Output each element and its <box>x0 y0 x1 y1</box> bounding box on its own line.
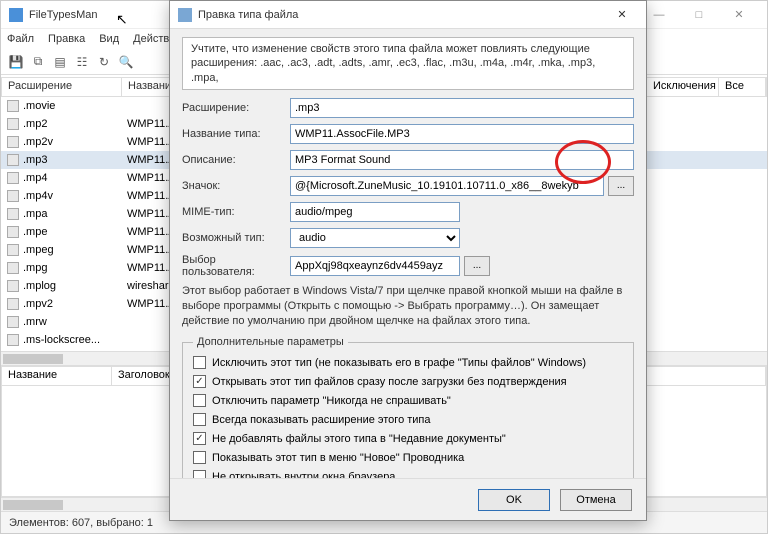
menu-edit[interactable]: Правка <box>48 33 85 45</box>
cell-ext: .mrw <box>23 316 47 328</box>
input-userchoice[interactable] <box>290 256 460 276</box>
cell-ext: .mp2 <box>23 118 47 130</box>
close-button[interactable]: ✕ <box>719 3 759 27</box>
file-icon <box>7 100 19 112</box>
input-ext[interactable] <box>290 98 634 118</box>
checkbox-label: Не открывать внутри окна браузера <box>212 471 395 478</box>
checkbox-label: Отключить параметр "Никогда не спрашиват… <box>212 395 451 407</box>
dialog-titlebar: Правка типа файла ✕ <box>170 1 646 29</box>
file-icon <box>7 118 19 130</box>
file-icon <box>7 190 19 202</box>
tb-page-icon[interactable]: ▤ <box>51 53 69 71</box>
col-all[interactable]: Все <box>719 78 766 96</box>
cell-ext: .mplog <box>23 280 56 292</box>
userchoice-note: Этот выбор работает в Windows Vista/7 пр… <box>182 284 634 329</box>
checkbox-label: Всегда показывать расширение этого типа <box>212 414 431 426</box>
checkbox-label: Не добавлять файлы этого типа в "Недавни… <box>212 433 506 445</box>
menu-view[interactable]: Вид <box>99 33 119 45</box>
file-icon <box>7 136 19 148</box>
file-icon <box>7 172 19 184</box>
file-icon <box>7 226 19 238</box>
file-icon <box>7 334 19 346</box>
menu-actions[interactable]: Действ <box>133 33 169 45</box>
col-ext[interactable]: Расширение <box>2 78 122 96</box>
tb-refresh-icon[interactable]: ↻ <box>95 53 113 71</box>
checkbox[interactable] <box>193 356 206 369</box>
label-typename: Название типа: <box>182 128 290 140</box>
file-icon <box>7 262 19 274</box>
dialog-icon <box>178 8 192 22</box>
checkbox[interactable] <box>193 470 206 478</box>
menu-file[interactable]: Файл <box>7 33 34 45</box>
cell-ext: .mp4 <box>23 172 47 184</box>
tb-props-icon[interactable]: ☷ <box>73 53 91 71</box>
status-text: Элементов: 607, выбрано: 1 <box>9 517 153 529</box>
file-icon <box>7 316 19 328</box>
input-desc[interactable] <box>290 150 634 170</box>
select-perceived[interactable]: audio <box>290 228 460 248</box>
window-controls: — □ ✕ <box>639 3 759 27</box>
maximize-button[interactable]: □ <box>679 3 719 27</box>
file-icon <box>7 244 19 256</box>
label-userchoice: Выбор пользователя: <box>182 254 290 278</box>
file-icon <box>7 154 19 166</box>
checkbox[interactable] <box>193 413 206 426</box>
app-icon <box>9 8 23 22</box>
fieldset-legend: Дополнительные параметры <box>193 336 348 348</box>
bottom-col-name[interactable]: Название <box>2 367 112 385</box>
cell-ext: .mpv2 <box>23 298 53 310</box>
dialog-title: Правка типа файла <box>198 9 606 21</box>
cell-ext: .mpe <box>23 226 47 238</box>
edit-type-dialog: Правка типа файла ✕ Учтите, что изменени… <box>169 0 647 521</box>
input-icon[interactable] <box>290 176 604 196</box>
label-icon: Значок: <box>182 180 290 192</box>
cell-ext: .mp4v <box>23 190 53 202</box>
cell-ext: .mpa <box>23 208 47 220</box>
checkbox[interactable] <box>193 394 206 407</box>
checkbox[interactable] <box>193 451 206 464</box>
cell-ext: .movie <box>23 100 55 112</box>
info-box: Учтите, что изменение свойств этого типа… <box>182 37 634 90</box>
file-icon <box>7 298 19 310</box>
app-title: FileTypesMan <box>29 9 97 21</box>
cell-ext: .ms-lockscree... <box>23 334 100 346</box>
cell-ext: .mp3 <box>23 154 47 166</box>
file-icon <box>7 280 19 292</box>
label-perceived: Возможный тип: <box>182 232 290 244</box>
checkbox-label: Открывать этот тип файлов сразу после за… <box>212 376 567 388</box>
label-ext: Расширение: <box>182 102 290 114</box>
dialog-body: Учтите, что изменение свойств этого типа… <box>170 29 646 478</box>
tb-find-icon[interactable]: 🔍 <box>117 53 135 71</box>
label-mime: MIME-тип: <box>182 206 290 218</box>
browse-userchoice-button[interactable]: ... <box>464 256 490 276</box>
file-icon <box>7 208 19 220</box>
col-excl[interactable]: Исключения <box>647 78 719 96</box>
label-desc: Описание: <box>182 154 290 166</box>
checkbox-label: Показывать этот тип в меню "Новое" Прово… <box>212 452 464 464</box>
checkbox[interactable]: ✓ <box>193 432 206 445</box>
cancel-button[interactable]: Отмена <box>560 489 632 511</box>
checkbox-label: Исключить этот тип (не показывать его в … <box>212 357 586 369</box>
right-columns: Исключения Все <box>647 77 767 97</box>
checkbox[interactable]: ✓ <box>193 375 206 388</box>
ok-button[interactable]: OK <box>478 489 550 511</box>
input-typename[interactable] <box>290 124 634 144</box>
dialog-buttons: OK Отмена <box>170 478 646 520</box>
dialog-close-button[interactable]: ✕ <box>606 5 638 25</box>
cell-ext: .mpeg <box>23 244 54 256</box>
extra-params-fieldset: Дополнительные параметры Исключить этот … <box>182 336 634 478</box>
cell-ext: .mpg <box>23 262 47 274</box>
input-mime[interactable] <box>290 202 460 222</box>
tb-copy-icon[interactable]: ⧉ <box>29 53 47 71</box>
cell-ext: .mp2v <box>23 136 53 148</box>
browse-icon-button[interactable]: ... <box>608 176 634 196</box>
tb-save-icon[interactable]: 💾 <box>7 53 25 71</box>
